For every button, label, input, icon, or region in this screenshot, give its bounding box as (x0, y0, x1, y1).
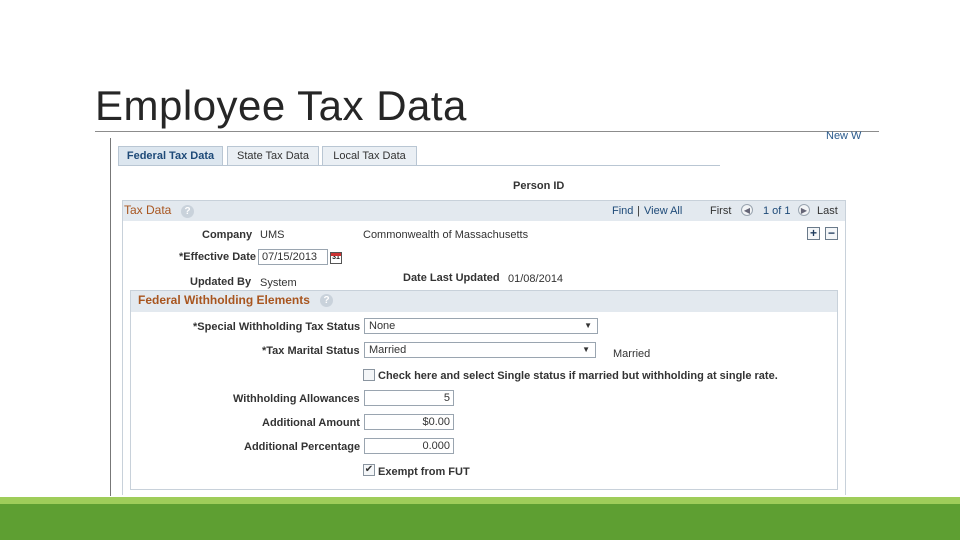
tab-local-tax-data[interactable]: Local Tax Data (322, 146, 417, 165)
last-label: Last (817, 205, 838, 217)
new-window-link[interactable]: New W (826, 130, 861, 142)
updated-by-value: System (260, 277, 297, 289)
tax-data-title: Tax Data (124, 203, 172, 217)
view-all-link[interactable]: View All (644, 205, 682, 217)
updated-by-label: Updated By (190, 276, 252, 288)
screenshot-border (110, 138, 111, 496)
add-row-button[interactable]: + (807, 227, 820, 240)
person-id-label: Person ID (513, 180, 565, 192)
effective-date-label: *Effective Date (179, 251, 257, 263)
tax-marital-status-label: *Tax Marital Status (262, 345, 360, 357)
date-last-updated-label: Date Last Updated (403, 272, 500, 284)
help-icon[interactable]: ? (181, 205, 194, 218)
company-value: UMS (260, 229, 285, 241)
first-label: First (710, 205, 732, 217)
additional-amount-input[interactable]: $0.00 (364, 414, 454, 430)
additional-amount-label: Additional Amount (262, 417, 360, 429)
next-icon[interactable]: ▶ (798, 204, 810, 216)
company-label: Company (202, 229, 253, 241)
chevron-down-icon: ▼ (584, 321, 592, 330)
find-link[interactable]: Find (612, 205, 633, 217)
withholding-allowances-label: Withholding Allowances (233, 393, 360, 405)
delete-row-button[interactable]: − (825, 227, 838, 240)
exempt-fut-label: Exempt from FUT (378, 466, 470, 478)
tax-marital-status-select[interactable]: Married ▼ (364, 342, 596, 358)
chevron-down-icon: ▼ (582, 345, 590, 354)
calendar-icon[interactable]: 31 (330, 252, 342, 264)
tab-bar-underline (118, 165, 720, 166)
effective-date-input[interactable]: 07/15/2013 (258, 249, 328, 265)
additional-percentage-label: Additional Percentage (244, 441, 361, 453)
single-rate-label: Check here and select Single status if m… (378, 370, 778, 382)
additional-percentage-input[interactable]: 0.000 (364, 438, 454, 454)
federal-withholding-title: Federal Withholding Elements (138, 293, 310, 307)
title-divider (95, 131, 879, 132)
row-count: 1 of 1 (763, 205, 791, 217)
tax-marital-status-value: Married (369, 344, 407, 356)
previous-icon[interactable]: ◀ (741, 204, 753, 216)
help-icon[interactable]: ? (320, 294, 333, 307)
withholding-allowances-input[interactable]: 5 (364, 390, 454, 406)
exempt-fut-checkbox[interactable]: ✔ (363, 464, 375, 476)
tab-federal-tax-data[interactable]: Federal Tax Data (118, 146, 223, 166)
nav-separator: | (637, 205, 640, 217)
slide-title: Employee Tax Data (95, 82, 467, 129)
tax-data-header-bar (123, 201, 845, 221)
company-description: Commonwealth of Massachusetts (363, 229, 529, 241)
single-rate-checkbox[interactable] (363, 369, 375, 381)
footer-band (0, 504, 960, 540)
special-withholding-status-label: *Special Withholding Tax Status (193, 321, 361, 333)
tab-state-tax-data[interactable]: State Tax Data (227, 146, 319, 165)
tax-marital-status-description: Married (613, 348, 651, 360)
footer-accent-band (0, 497, 960, 504)
date-last-updated-value: 01/08/2014 (508, 273, 564, 285)
special-withholding-status-select[interactable]: None ▼ (364, 318, 598, 334)
special-withholding-status-value: None (369, 320, 396, 332)
